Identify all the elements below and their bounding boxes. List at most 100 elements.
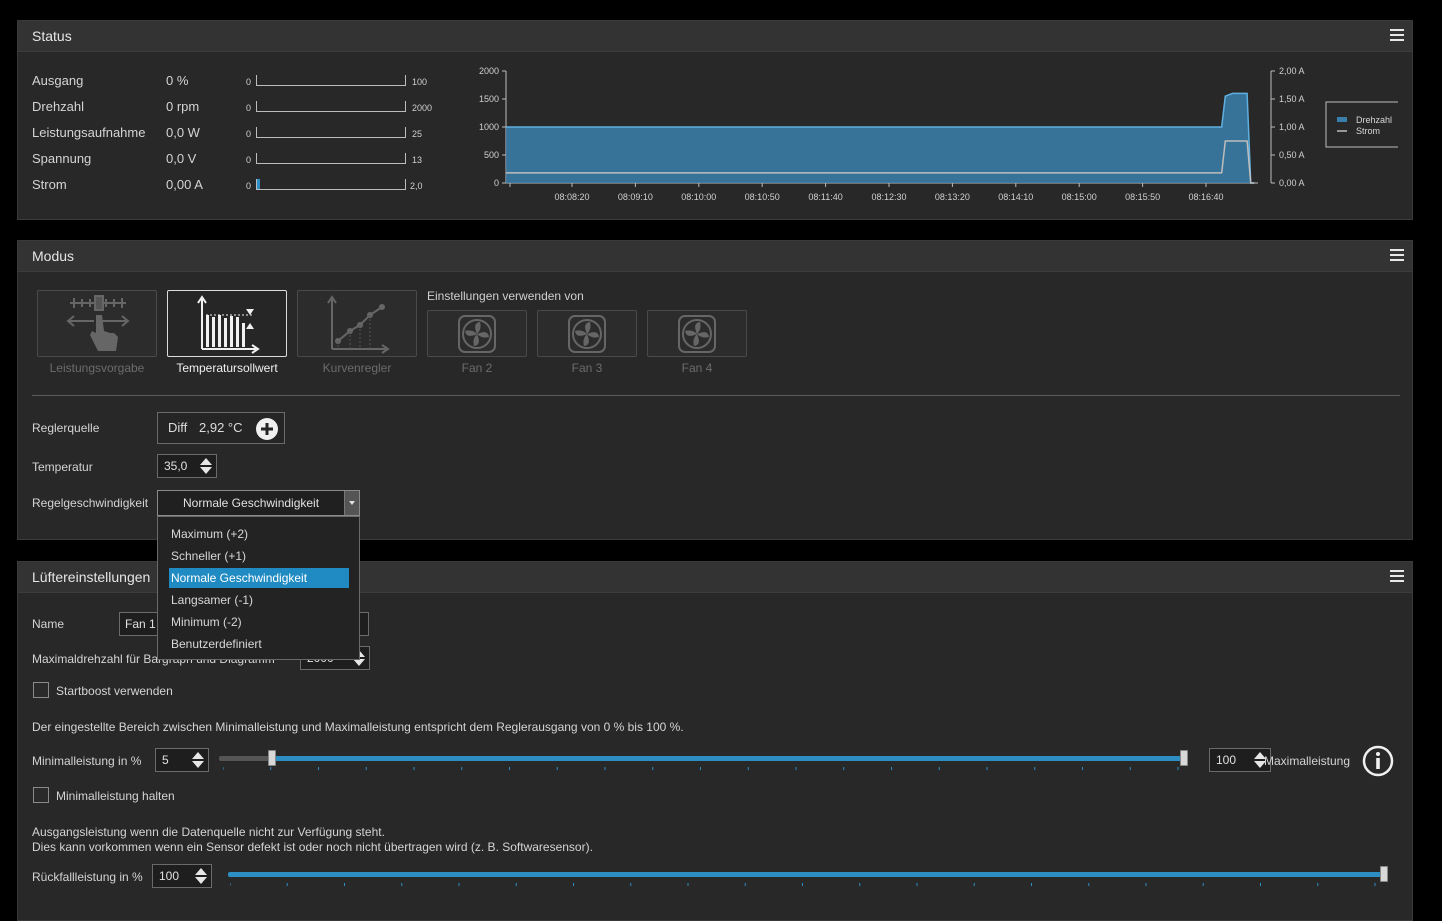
fallback-note-1: Ausgangsleistung wenn die Datenquelle ni… (32, 825, 385, 839)
x-tick-label: 08:10:50 (745, 192, 780, 202)
speed-dropdown-list: Maximum (+2) Schneller (+1) Normale Gesc… (157, 516, 360, 660)
status-value-drehzahl: 0 rpm (166, 99, 200, 114)
fallback-slider-handle[interactable] (1380, 866, 1388, 882)
max-power-label: Maximalleistung (1264, 754, 1351, 768)
fan-icon (678, 315, 716, 353)
startboost-checkbox[interactable] (33, 682, 49, 698)
range-slider-fill[interactable] (271, 756, 1184, 761)
fallback-value: 100 (159, 869, 180, 883)
plus-circle-icon[interactable] (255, 417, 279, 441)
bar-max: 2,0 (410, 181, 423, 191)
y-tick-label: 1000 (479, 122, 499, 132)
y2-tick-label: 1,00 A (1279, 122, 1305, 132)
bar-drehzahl (256, 101, 406, 112)
bar-min: 0 (246, 103, 252, 113)
min-slider-handle[interactable] (268, 750, 276, 766)
speed-option[interactable]: Schneller (+1) (169, 546, 349, 566)
modus-title: Modus (32, 248, 75, 264)
hand-slider-icon (66, 295, 130, 351)
max-power-spinner[interactable]: 100 (1209, 748, 1271, 772)
use-fan4-button[interactable] (647, 310, 747, 357)
source-value: 2,92 °C (199, 420, 243, 435)
mode-leistungsvorgabe-label: Leistungsvorgabe (49, 361, 145, 375)
bar-max: 100 (412, 77, 428, 87)
fan-settings-title: Lüftereinstellungen (32, 569, 151, 585)
mode-leistungsvorgabe-button[interactable] (37, 290, 157, 357)
legend-swatch-drehzahl (1337, 117, 1347, 122)
mode-kurvenregler-label: Kurvenregler (322, 361, 392, 375)
bar-min: 0 (246, 155, 252, 165)
max-slider-handle[interactable] (1180, 750, 1188, 766)
use-fan2-button[interactable] (427, 310, 527, 357)
y-tick-label: 2000 (479, 66, 499, 76)
menu-icon[interactable] (1390, 249, 1404, 263)
x-tick-label: 08:09:10 (618, 192, 653, 202)
fallback-note-2: Dies kann vorkommen wenn ein Sensor defe… (32, 840, 593, 854)
use-fan3-button[interactable] (537, 310, 637, 357)
status-label-leistung: Leistungsaufnahme (32, 125, 146, 140)
speed-option[interactable]: Benutzerdefiniert (169, 634, 349, 654)
temperature-label: Temperatur (32, 460, 93, 474)
bar-max: 13 (412, 155, 423, 165)
hold-min-checkbox[interactable] (33, 787, 49, 803)
curve-controller-icon (327, 295, 390, 354)
bar-min: 0 (246, 129, 252, 139)
spinner-arrows-icon[interactable] (194, 867, 208, 885)
min-power-value: 5 (162, 753, 169, 767)
bar-min: 0 (246, 181, 252, 191)
x-tick-label: 08:12:30 (871, 192, 906, 202)
spinner-arrows-icon[interactable] (191, 751, 205, 769)
fallback-slider-ticks (230, 883, 1376, 886)
legend-label-drehzahl: Drehzahl (1356, 115, 1392, 125)
use-settings-label: Einstellungen verwenden von (427, 289, 584, 303)
history-chart: 2000 1500 1000 500 0 2,00 A 1,50 A 1,00 A 0,50 A… (479, 66, 1398, 202)
fallback-label: Rückfallleistung in % (32, 870, 143, 884)
status-panel: Status Ausgang 0 % 0 100 Drehzahl 0 rpm … (17, 20, 1413, 220)
bar-max: 2000 (412, 103, 433, 113)
bar-ausgang (256, 75, 406, 86)
speed-select-value: Normale Geschwindigkeit (183, 496, 320, 510)
name-input-value: Fan 1 (125, 617, 156, 631)
series-drehzahl-area (506, 93, 1255, 183)
info-icon[interactable] (1362, 745, 1394, 777)
hold-min-label: Minimalleistung halten (56, 789, 175, 803)
chevron-down-icon[interactable] (344, 491, 359, 515)
name-label: Name (32, 617, 65, 631)
fallback-spinner[interactable]: 100 (152, 864, 212, 888)
status-value-ausgang: 0 % (166, 73, 189, 88)
bar-strom (256, 179, 406, 190)
source-selector[interactable]: Diff 2,92 °C (157, 412, 285, 444)
use-fan3-label: Fan 3 (571, 361, 603, 375)
min-power-label: Minimalleistung in % (32, 754, 142, 768)
menu-icon[interactable] (1390, 570, 1404, 584)
x-tick-label: 08:11:40 (808, 192, 842, 202)
status-header: Status (18, 21, 1412, 52)
status-value-strom: 0,00 A (166, 177, 203, 192)
temperature-spinner[interactable]: 35,0 (157, 454, 217, 478)
speed-option-selected[interactable]: Normale Geschwindigkeit (169, 568, 349, 588)
y-tick-label: 0 (494, 178, 499, 188)
speed-select[interactable]: Normale Geschwindigkeit (157, 490, 360, 516)
y-tick-label: 1500 (479, 94, 499, 104)
speed-option[interactable]: Maximum (+2) (169, 524, 349, 544)
fan-icon (458, 315, 496, 353)
menu-icon[interactable] (1390, 29, 1404, 43)
mode-kurvenregler-button[interactable] (297, 290, 417, 357)
divider (32, 395, 1400, 396)
min-power-spinner[interactable]: 5 (155, 748, 209, 772)
speed-option[interactable]: Minimum (-2) (169, 612, 349, 632)
source-name: Diff (168, 420, 188, 435)
fallback-slider-fill[interactable] (228, 872, 1383, 877)
source-label: Reglerquelle (32, 421, 100, 435)
mode-temperatursollwert-button[interactable] (167, 290, 287, 357)
status-title: Status (32, 28, 72, 44)
modus-panel: Modus Leistungsvorgabe Temperatursollwer… (17, 240, 1413, 540)
speed-option[interactable]: Langsamer (-1) (169, 590, 349, 610)
temperature-setpoint-icon (197, 295, 260, 354)
status-label-ausgang: Ausgang (32, 73, 84, 88)
spinner-arrows-icon[interactable] (199, 457, 213, 475)
max-power-value: 100 (1216, 753, 1237, 767)
status-value-spannung: 0,0 V (166, 151, 197, 166)
bar-fill (257, 179, 260, 189)
x-tick-label: 08:16:40 (1188, 192, 1223, 202)
